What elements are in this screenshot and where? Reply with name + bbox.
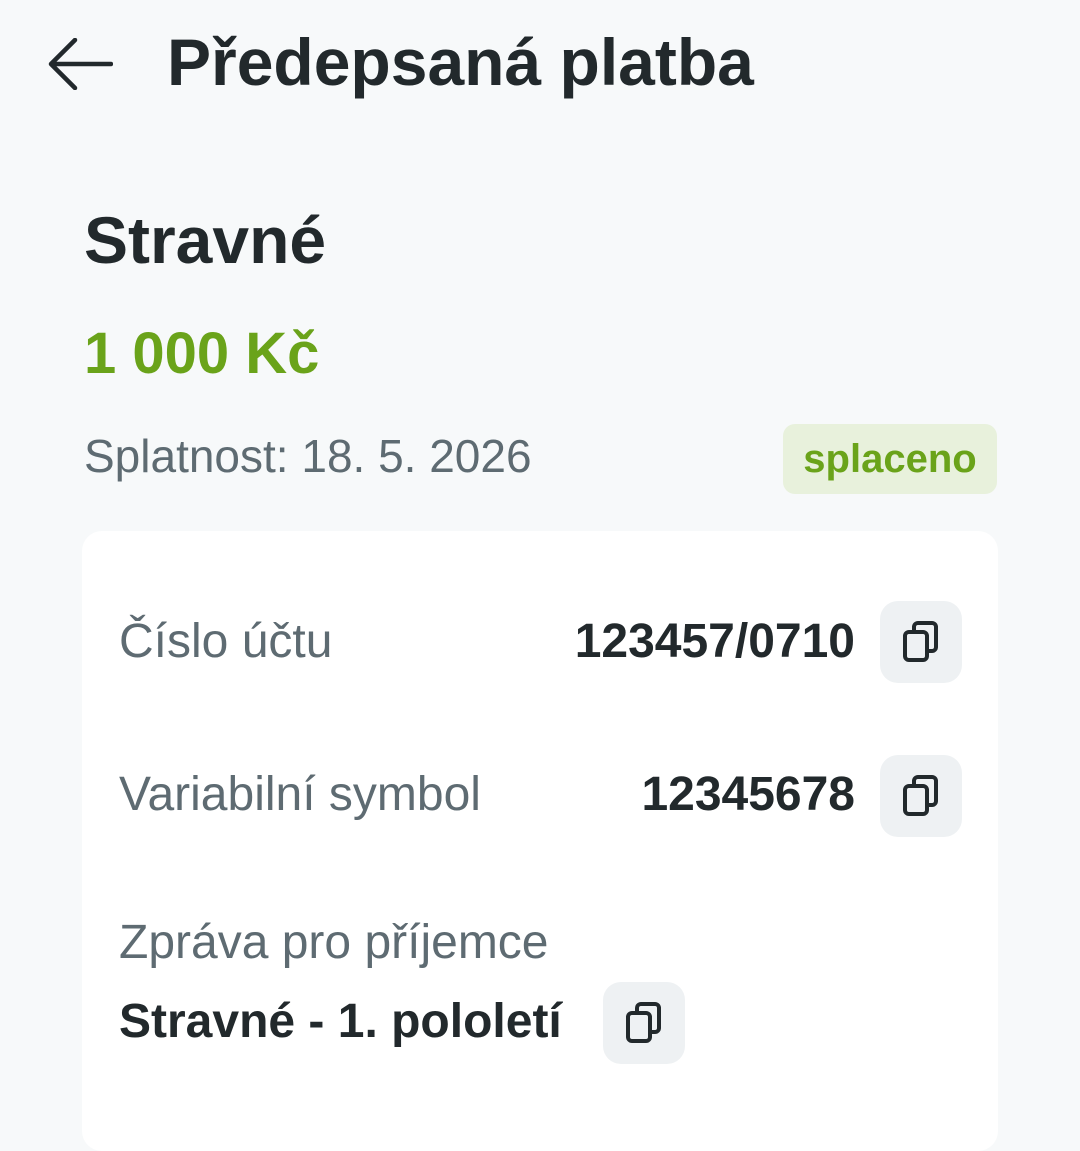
payment-details-card: Číslo účtu 123457/0710 Variabilní symbol… (82, 531, 998, 1151)
copy-icon (624, 1001, 664, 1045)
back-button[interactable] (30, 22, 130, 106)
copy-icon (901, 774, 941, 818)
copy-icon (901, 620, 941, 664)
message-label: Zpráva pro příjemce (119, 916, 549, 969)
copy-message-button[interactable] (603, 982, 685, 1064)
page-title: Předepsaná platba (167, 25, 754, 99)
top-app-bar: Předepsaná platba (0, 0, 1080, 125)
variable-symbol-label: Variabilní symbol (119, 768, 481, 821)
account-number-value: 123457/0710 (574, 615, 855, 668)
arrow-left-icon (47, 38, 113, 90)
copy-variable-symbol-button[interactable] (880, 755, 962, 837)
payment-amount: 1 000 Kč (84, 321, 320, 386)
status-badge: splaceno (783, 424, 997, 494)
account-number-label: Číslo účtu (119, 615, 333, 668)
payment-name: Stravné (84, 203, 327, 277)
message-value: Stravné - 1. pololetí (119, 995, 562, 1048)
variable-symbol-value: 12345678 (641, 768, 855, 821)
copy-account-number-button[interactable] (880, 601, 962, 683)
due-date: Splatnost: 18. 5. 2026 (84, 430, 532, 482)
